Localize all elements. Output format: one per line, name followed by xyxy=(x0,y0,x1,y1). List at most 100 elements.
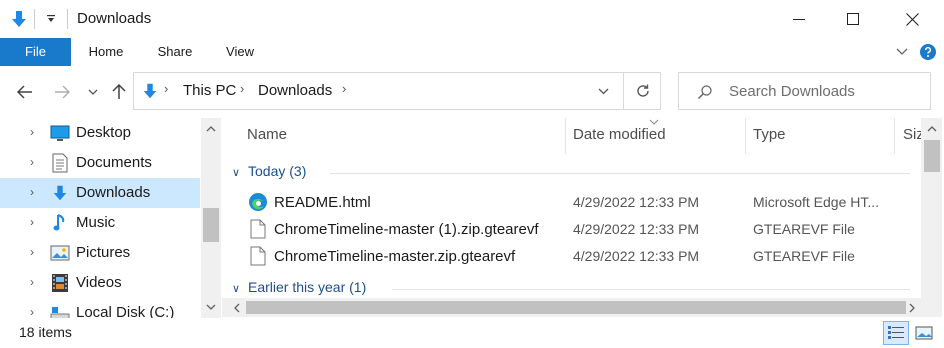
status-bar: 18 items xyxy=(0,318,944,348)
file-row[interactable]: ChromeTimeline-master.zip.gtearevf 4/29/… xyxy=(244,243,920,270)
search-icon xyxy=(695,82,715,102)
file-row[interactable]: README.html 4/29/2022 12:33 PM Microsoft… xyxy=(244,189,920,216)
nav-item-local-disk[interactable]: › Local Disk (C:) xyxy=(0,298,200,318)
expand-chevron-icon[interactable]: › xyxy=(30,245,34,259)
file-type: GTEAREVF File xyxy=(753,248,855,264)
file-date: 4/29/2022 12:33 PM xyxy=(573,221,700,237)
file-name: ChromeTimeline-master.zip.gtearevf xyxy=(274,248,516,265)
minimize-button[interactable] xyxy=(776,0,822,38)
group-header-earlier-this-year[interactable]: ∨ Earlier this year (1) xyxy=(232,279,912,299)
forward-button[interactable] xyxy=(50,80,74,104)
details-view-button[interactable] xyxy=(883,321,909,345)
videos-icon xyxy=(50,273,70,293)
nav-item-downloads[interactable]: › Downloads xyxy=(0,178,200,208)
breadcrumb-separator-icon[interactable]: › xyxy=(240,81,244,96)
help-icon[interactable] xyxy=(918,42,938,62)
search-box[interactable]: Search Downloads xyxy=(678,72,931,110)
large-icons-view-button[interactable] xyxy=(911,321,937,345)
documents-icon xyxy=(50,153,70,173)
search-input[interactable]: Search Downloads xyxy=(729,83,855,100)
scroll-up-arrow-icon[interactable] xyxy=(202,120,220,138)
breadcrumb-this-pc[interactable]: This PC xyxy=(183,82,236,99)
ribbon-expand-chevron-icon[interactable] xyxy=(893,43,911,61)
navigation-pane: › Desktop › Documents › Downloads › Musi… xyxy=(0,118,222,318)
nav-item-pictures[interactable]: › Pictures xyxy=(0,238,200,268)
file-name: README.html xyxy=(274,194,371,211)
music-icon xyxy=(50,213,70,233)
scroll-left-arrow-icon[interactable] xyxy=(228,299,246,317)
tab-share[interactable]: Share xyxy=(148,38,202,66)
group-divider xyxy=(392,289,910,290)
back-button[interactable] xyxy=(13,80,37,104)
refresh-icon xyxy=(636,84,649,97)
local-disk-icon xyxy=(50,303,70,318)
column-divider[interactable] xyxy=(565,118,566,154)
nav-scrollbar[interactable] xyxy=(201,118,221,318)
expand-chevron-icon[interactable]: › xyxy=(30,125,34,139)
downloads-location-icon xyxy=(140,81,160,101)
group-header-today[interactable]: ∨ Today (3) xyxy=(232,163,912,183)
refresh-button[interactable] xyxy=(623,72,661,110)
maximize-button[interactable] xyxy=(830,0,876,38)
group-divider xyxy=(330,173,910,174)
edge-icon xyxy=(248,192,268,212)
maximize-icon xyxy=(847,13,859,25)
file-row[interactable]: ChromeTimeline-master (1).zip.gtearevf 4… xyxy=(244,216,920,243)
vertical-scrollbar-thumb[interactable] xyxy=(924,140,940,172)
file-list-horizontal-scrollbar[interactable] xyxy=(222,298,942,317)
nav-item-label: Desktop xyxy=(76,124,132,141)
title-separator xyxy=(67,9,68,29)
nav-item-documents[interactable]: › Documents xyxy=(0,148,200,178)
expand-chevron-icon[interactable]: › xyxy=(30,215,34,229)
column-header-name[interactable]: Name xyxy=(247,126,287,143)
close-button[interactable] xyxy=(889,0,935,38)
downloads-arrow-icon[interactable] xyxy=(8,8,30,30)
group-label: Earlier this year (1) xyxy=(248,279,367,295)
expand-chevron-icon[interactable]: › xyxy=(30,185,34,199)
sort-indicator-icon xyxy=(647,118,661,126)
breadcrumb-separator-icon[interactable]: › xyxy=(164,81,168,96)
qat-dropdown-icon[interactable] xyxy=(42,10,60,28)
breadcrumb-separator-icon[interactable]: › xyxy=(342,81,346,96)
scroll-down-arrow-icon[interactable] xyxy=(202,298,220,316)
nav-item-label: Downloads xyxy=(76,184,151,201)
breadcrumb-downloads[interactable]: Downloads xyxy=(258,82,332,99)
address-history-chevron-icon[interactable] xyxy=(594,82,612,100)
group-collapse-chevron-icon[interactable]: ∨ xyxy=(232,282,248,295)
file-list-vertical-scrollbar[interactable] xyxy=(921,118,942,298)
expand-chevron-icon[interactable]: › xyxy=(30,155,34,169)
column-divider[interactable] xyxy=(745,118,746,154)
up-arrow-icon xyxy=(112,84,126,99)
title-separator xyxy=(34,9,35,29)
recent-locations-button[interactable] xyxy=(83,80,103,104)
pictures-icon xyxy=(50,243,70,263)
file-date: 4/29/2022 12:33 PM xyxy=(573,194,700,210)
nav-item-label: Documents xyxy=(76,154,152,171)
column-divider[interactable] xyxy=(894,118,895,154)
column-header-type[interactable]: Type xyxy=(753,126,786,143)
address-bar[interactable]: › This PC › Downloads › xyxy=(133,72,661,110)
chevron-down-icon xyxy=(88,89,98,95)
group-collapse-chevron-icon[interactable]: ∨ xyxy=(232,166,248,179)
back-arrow-icon xyxy=(17,85,32,99)
up-button[interactable] xyxy=(107,80,131,104)
title-bar: Downloads xyxy=(0,0,944,38)
nav-scrollbar-thumb[interactable] xyxy=(203,208,219,242)
scroll-right-arrow-icon[interactable] xyxy=(903,299,921,317)
scroll-up-arrow-icon[interactable] xyxy=(923,120,941,138)
horizontal-scrollbar-thumb[interactable] xyxy=(246,301,906,314)
tab-home[interactable]: Home xyxy=(78,38,134,66)
address-row: › This PC › Downloads › Search Downloads xyxy=(0,66,944,118)
file-icon xyxy=(248,246,268,266)
file-date: 4/29/2022 12:33 PM xyxy=(573,248,700,264)
column-header-date-modified[interactable]: Date modified xyxy=(573,126,666,143)
nav-item-desktop[interactable]: › Desktop xyxy=(0,118,200,148)
nav-item-label: Videos xyxy=(76,274,122,291)
tab-view[interactable]: View xyxy=(214,38,266,66)
expand-chevron-icon[interactable]: › xyxy=(30,305,34,318)
nav-item-music[interactable]: › Music xyxy=(0,208,200,238)
nav-item-videos[interactable]: › Videos xyxy=(0,268,200,298)
tab-file[interactable]: File xyxy=(0,38,71,66)
item-count: 18 items xyxy=(19,324,72,340)
expand-chevron-icon[interactable]: › xyxy=(30,275,34,289)
